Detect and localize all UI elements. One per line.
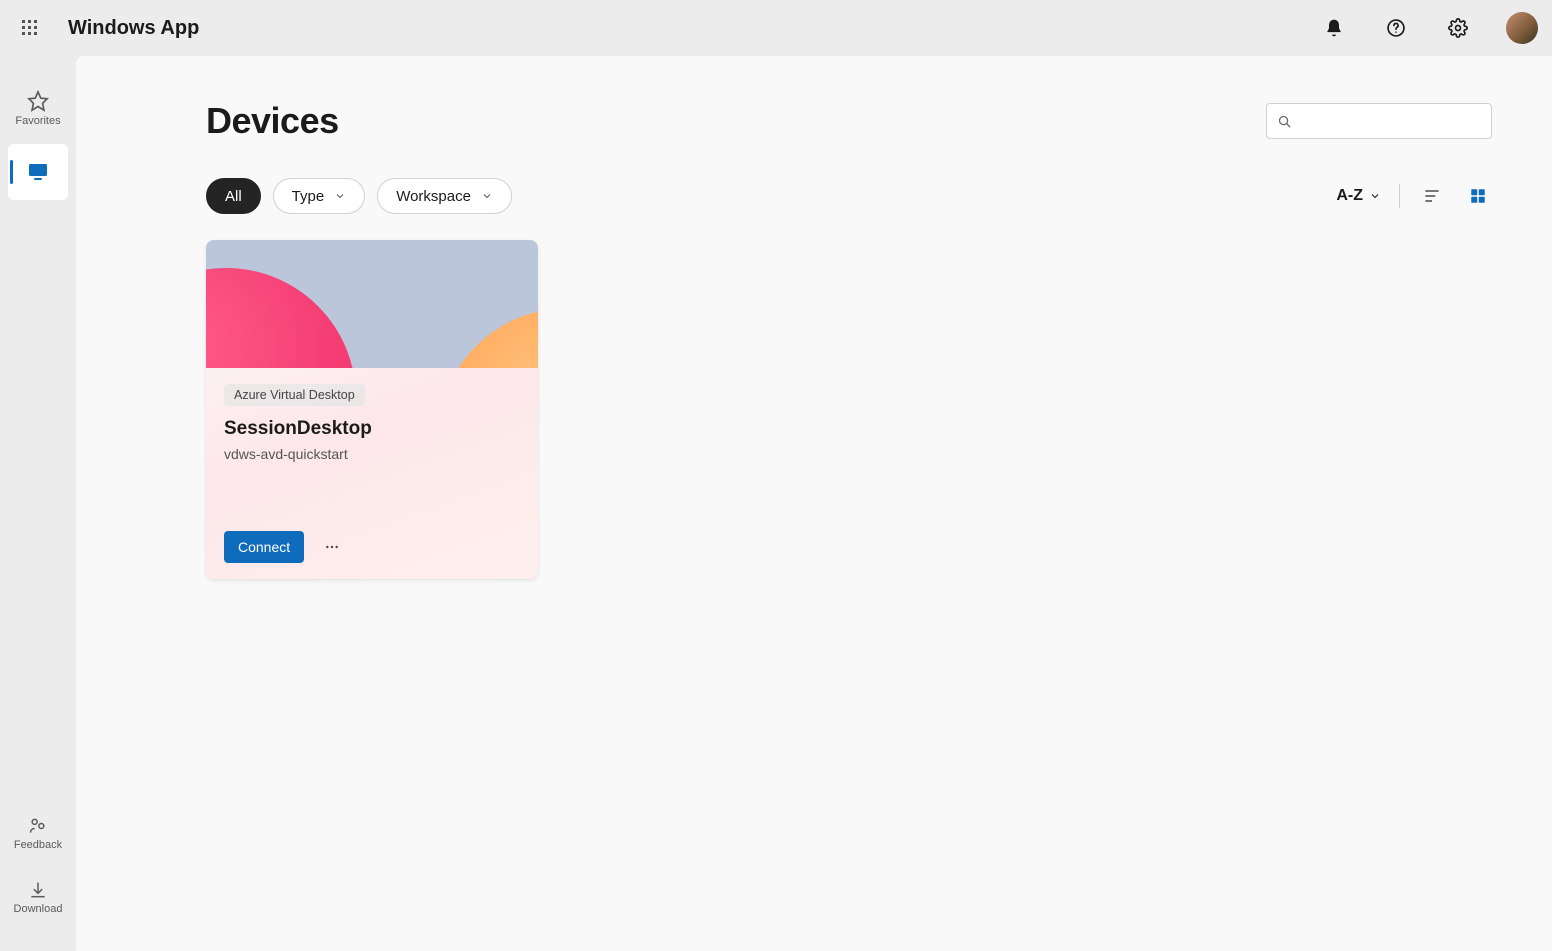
chevron-down-icon — [334, 190, 346, 202]
search-icon — [1277, 114, 1292, 129]
search-input[interactable] — [1300, 113, 1481, 129]
page-title: Devices — [206, 100, 339, 142]
device-subtitle: vdws-avd-quickstart — [224, 446, 520, 462]
main-panel: Devices All Type Wor — [76, 56, 1552, 951]
user-avatar[interactable] — [1506, 12, 1538, 44]
filter-chip-all[interactable]: All — [206, 178, 261, 214]
sidebar-item-feedback[interactable]: Feedback — [8, 805, 68, 861]
filter-row: All Type Workspace A-Z — [206, 178, 1492, 214]
chevron-down-icon — [481, 190, 493, 202]
chevron-down-icon — [1369, 190, 1381, 202]
app-launcher-button[interactable] — [14, 12, 46, 44]
device-card-actions: Connect — [224, 531, 520, 563]
devices-grid: Azure Virtual Desktop SessionDesktop vdw… — [206, 240, 1492, 579]
chip-label: Type — [292, 188, 325, 205]
question-icon — [1386, 18, 1406, 38]
sidebar: Favorites Feedback Download — [0, 56, 76, 951]
sidebar-item-label: Download — [14, 903, 63, 915]
app-header: Windows App — [0, 0, 1552, 56]
sort-label: A-Z — [1336, 187, 1363, 205]
settings-button[interactable] — [1438, 8, 1478, 48]
search-box[interactable] — [1266, 103, 1492, 139]
device-card-body: Azure Virtual Desktop SessionDesktop vdw… — [206, 368, 538, 579]
sidebar-item-label: Favorites — [15, 115, 60, 127]
app-title: Windows App — [68, 17, 199, 40]
gear-icon — [1448, 18, 1468, 38]
device-title: SessionDesktop — [224, 418, 520, 440]
chip-label: All — [225, 188, 242, 205]
filter-chip-type[interactable]: Type — [273, 178, 366, 214]
connect-button[interactable]: Connect — [224, 531, 304, 563]
device-badge: Azure Virtual Desktop — [224, 384, 365, 406]
sidebar-item-favorites[interactable]: Favorites — [8, 80, 68, 136]
filter-chip-workspace[interactable]: Workspace — [377, 178, 512, 214]
sort-button[interactable]: A-Z — [1336, 187, 1381, 205]
view-list-button[interactable] — [1418, 182, 1446, 210]
device-more-button[interactable] — [318, 533, 346, 561]
help-button[interactable] — [1376, 8, 1416, 48]
sidebar-item-label: Feedback — [14, 839, 62, 851]
view-grid-button[interactable] — [1464, 182, 1492, 210]
sidebar-item-download[interactable]: Download — [8, 869, 68, 925]
bell-icon — [1324, 18, 1344, 38]
device-card-hero — [206, 240, 538, 368]
feedback-icon — [28, 816, 48, 836]
chip-label: Workspace — [396, 188, 471, 205]
waffle-icon — [22, 20, 38, 36]
view-controls: A-Z — [1336, 182, 1492, 210]
list-icon — [1422, 186, 1442, 206]
more-icon — [324, 539, 340, 555]
notifications-button[interactable] — [1314, 8, 1354, 48]
monitor-icon — [26, 160, 50, 184]
star-icon — [27, 90, 49, 112]
device-card[interactable]: Azure Virtual Desktop SessionDesktop vdw… — [206, 240, 538, 579]
separator — [1399, 184, 1400, 208]
sidebar-item-devices[interactable] — [8, 144, 68, 200]
grid-icon — [1469, 187, 1487, 205]
download-icon — [28, 880, 48, 900]
